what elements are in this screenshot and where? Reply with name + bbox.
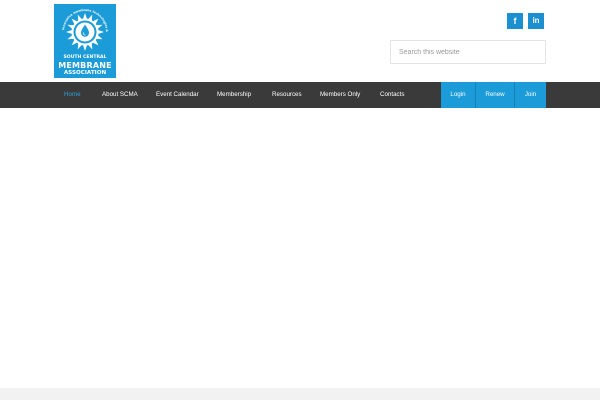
nav-item-contacts[interactable]: Contacts [380, 82, 404, 108]
logo-ray [83, 13, 87, 19]
logo-line-2: MEMBRANE [58, 61, 112, 70]
search-input[interactable] [390, 40, 546, 64]
nav-item-membership[interactable]: Membership [217, 82, 251, 108]
account-buttons: Login Renew Join [441, 82, 546, 108]
footer-strip [0, 388, 600, 400]
scma-logo[interactable]: innovative membrane technologies & water… [54, 4, 116, 78]
logo-ray [98, 30, 104, 34]
login-button[interactable]: Login [441, 82, 475, 108]
facebook-icon[interactable]: f [507, 13, 523, 29]
nav-item-about-scma[interactable]: About SCMA [102, 82, 138, 108]
logo-ray [83, 45, 87, 51]
logo-line-3: ASSOCIATION [63, 70, 107, 76]
logo-line-1: SOUTH CENTRAL [63, 55, 107, 60]
site-header: innovative membrane technologies & water… [0, 0, 600, 82]
join-button[interactable]: Join [515, 82, 546, 108]
renew-button[interactable]: Renew [476, 82, 514, 108]
logo-ray [66, 30, 72, 34]
nav-item-home[interactable]: Home [64, 82, 81, 108]
nav-item-resources[interactable]: Resources [272, 82, 302, 108]
nav-item-event-calendar[interactable]: Event Calendar [156, 82, 199, 108]
nav-item-members-only[interactable]: Members Only [320, 82, 360, 108]
linkedin-icon[interactable]: in [528, 13, 544, 29]
main-nav: Home About SCMA Event Calendar Membershi… [0, 82, 600, 108]
